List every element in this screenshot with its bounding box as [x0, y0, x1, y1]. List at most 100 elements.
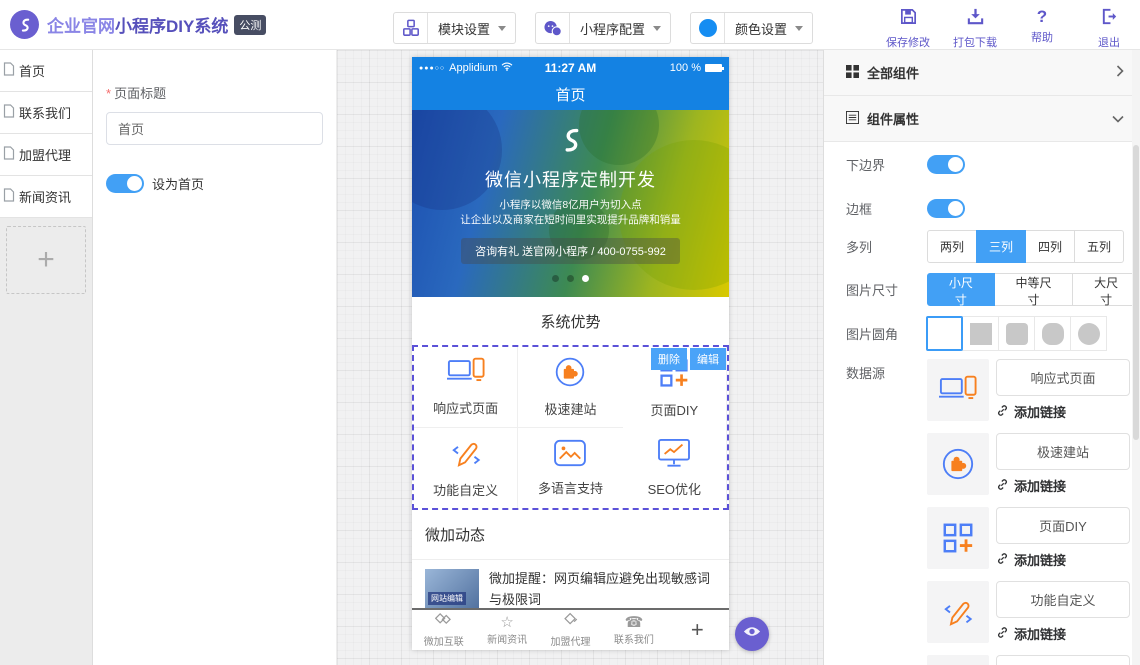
tab-news[interactable]: ☆ 新闻资讯 [475, 610, 538, 650]
page-title-input[interactable] [106, 112, 323, 145]
banner-cta-pill[interactable]: 咨询有礼 送官网小程序 / 400-0755-992 [461, 238, 680, 264]
datasource-item-responsive: 添加链接 [927, 359, 1130, 421]
datasource-name-input[interactable] [996, 433, 1130, 470]
eye-icon [743, 625, 761, 643]
module-settings-dropdown[interactable]: 模块设置 [393, 12, 516, 44]
columns-option-3-selected[interactable]: 三列 [976, 230, 1026, 263]
plus-icon: + [37, 243, 55, 277]
phone-tabbar: 微加互联 ☆ 新闻资讯 加盟代理 ☎ 联系我们 + [412, 608, 729, 650]
grid-item-multilingual[interactable]: 多语言支持 [518, 428, 622, 508]
carousel-dot-active[interactable] [582, 275, 589, 282]
all-components-header[interactable]: 全部组件 [824, 50, 1140, 96]
add-link-button[interactable]: 添加链接 [996, 624, 1130, 643]
sidebar-item-home[interactable]: 首页 [0, 50, 92, 92]
preview-button[interactable] [735, 617, 769, 651]
hero-banner[interactable]: 微信小程序定制开发 小程序以微信8亿用户为切入点 让企业以及商家在短时间里实现提… [412, 110, 729, 297]
phone-preview: ●●●○○ Applidium 11:27 AM 100 % 首页 [412, 57, 729, 650]
chevron-right-icon [1116, 65, 1124, 80]
datasource-name-input[interactable] [996, 359, 1130, 396]
news-list-item[interactable]: 网站编辑 微加提醒：网页编辑应避免出现敏感词与极限词 [412, 560, 729, 611]
bottom-margin-row: 下边界 [846, 150, 1140, 178]
diy-icon [927, 507, 989, 569]
module-settings-label: 模块设置 [428, 19, 498, 38]
color-settings-dropdown[interactable]: 颜色设置 [690, 12, 813, 44]
radius-option-circle[interactable] [1070, 316, 1107, 351]
responsive-icon [927, 359, 989, 421]
grid-item-seo[interactable]: SEO优化 [623, 428, 727, 508]
border-row: 边框 [846, 194, 1140, 222]
download-button[interactable]: 打包下载 [949, 7, 1001, 50]
sidebar-item-contact[interactable]: 联系我们 [0, 92, 92, 134]
size-option-small-selected[interactable]: 小尺寸 [927, 273, 995, 306]
image-size-row: 图片尺寸 小尺寸 中等尺寸 大尺寸 [846, 273, 1140, 306]
columns-option-4[interactable]: 四列 [1025, 230, 1075, 263]
selected-component-grid[interactable]: 删除 编辑 响应式页面 极速建站 [412, 345, 729, 510]
topbar: 企业官网小程序DIY系统 公测 模块设置 小程序配置 颜色设置 [0, 0, 1140, 50]
add-link-button[interactable]: 添加链接 [996, 476, 1130, 495]
component-properties-header[interactable]: 组件属性 [824, 96, 1140, 142]
grid-item-custom-function[interactable]: 功能自定义 [414, 428, 518, 508]
columns-segment: 两列 三列 四列 五列 [927, 230, 1124, 263]
banner-title: 微信小程序定制开发 [485, 166, 656, 192]
datasource-name-input[interactable] [996, 655, 1130, 665]
columns-option-2[interactable]: 两列 [927, 230, 977, 263]
pencil-icon [449, 437, 483, 474]
datasource-name-input[interactable] [996, 507, 1130, 544]
bottom-margin-toggle[interactable] [927, 155, 965, 174]
delete-component-button[interactable]: 删除 [651, 348, 687, 370]
download-icon [966, 7, 985, 31]
topbar-actions: 保存修改 打包下载 ? 帮助 退出 [882, 7, 1135, 50]
sidebar-item-news[interactable]: 新闻资讯 [0, 176, 92, 218]
radius-option-none-selected[interactable] [926, 316, 963, 351]
tab-contact[interactable]: ☎ 联系我们 [602, 610, 665, 650]
add-link-button[interactable]: 添加链接 [996, 550, 1130, 569]
edit-component-button[interactable]: 编辑 [690, 348, 726, 370]
link-icon [996, 478, 1009, 494]
radius-option-rounded-small[interactable] [998, 316, 1035, 351]
radius-option-rounded-large[interactable] [1034, 316, 1071, 351]
set-home-toggle[interactable] [106, 174, 144, 193]
seo-monitor-icon [657, 438, 691, 473]
grid-item-responsive[interactable]: 响应式页面 [414, 347, 518, 428]
columns-option-5[interactable]: 五列 [1074, 230, 1124, 263]
diamond-icon [563, 612, 579, 632]
pages-sidebar: 首页 联系我们 加盟代理 新闻资讯 + [0, 50, 93, 665]
size-option-large[interactable]: 大尺寸 [1072, 273, 1140, 306]
exit-button[interactable]: 退出 [1083, 7, 1135, 50]
tab-agency[interactable]: 加盟代理 [539, 610, 602, 650]
beta-badge: 公测 [234, 15, 266, 35]
add-page-button[interactable]: + [6, 226, 86, 294]
news-thumbnail-caption: 网站编辑 [428, 592, 466, 605]
app-title: 企业官网小程序DIY系统 [47, 12, 228, 37]
grid-item-fast-build[interactable]: 极速建站 [518, 347, 622, 428]
datasource-item-fast-build: 添加链接 [927, 433, 1130, 495]
sidebar-item-agency[interactable]: 加盟代理 [0, 134, 92, 176]
scrollbar-thumb[interactable] [1133, 145, 1139, 440]
tab-weijia[interactable]: 微加互联 [412, 610, 475, 650]
page-title-label: *页面标题 [106, 83, 323, 102]
carrier-label: Applidium [449, 62, 497, 74]
add-link-button[interactable]: 添加链接 [996, 402, 1130, 421]
size-option-medium[interactable]: 中等尺寸 [994, 273, 1074, 306]
help-button[interactable]: ? 帮助 [1016, 7, 1068, 50]
banner-subtitle-1: 小程序以微信8亿用户为切入点 [499, 198, 641, 212]
star-icon: ☆ [500, 615, 513, 630]
datasource-name-input[interactable] [996, 581, 1130, 618]
miniprogram-logo-icon [555, 124, 587, 161]
cubes-icon [394, 13, 428, 43]
news-item-title: 微加提醒：网页编辑应避免出现敏感词与极限词 [489, 569, 716, 611]
phone-statusbar: ●●●○○ Applidium 11:27 AM 100 % [412, 57, 729, 79]
border-toggle[interactable] [927, 199, 965, 218]
radius-option-square[interactable] [962, 316, 999, 351]
page-form-panel: *页面标题 设为首页 [93, 50, 337, 665]
miniprogram-config-label: 小程序配置 [570, 19, 653, 38]
miniprogram-config-dropdown[interactable]: 小程序配置 [535, 12, 671, 44]
save-button[interactable]: 保存修改 [882, 7, 934, 50]
image-icon [553, 439, 587, 472]
image-radius-row: 图片圆角 [846, 316, 1140, 351]
carousel-dot[interactable] [567, 275, 574, 282]
set-home-label: 设为首页 [152, 174, 204, 193]
carousel-dot[interactable] [552, 275, 559, 282]
signal-dots: ●●●○○ [419, 65, 445, 72]
tab-add-button[interactable]: + [666, 610, 729, 650]
